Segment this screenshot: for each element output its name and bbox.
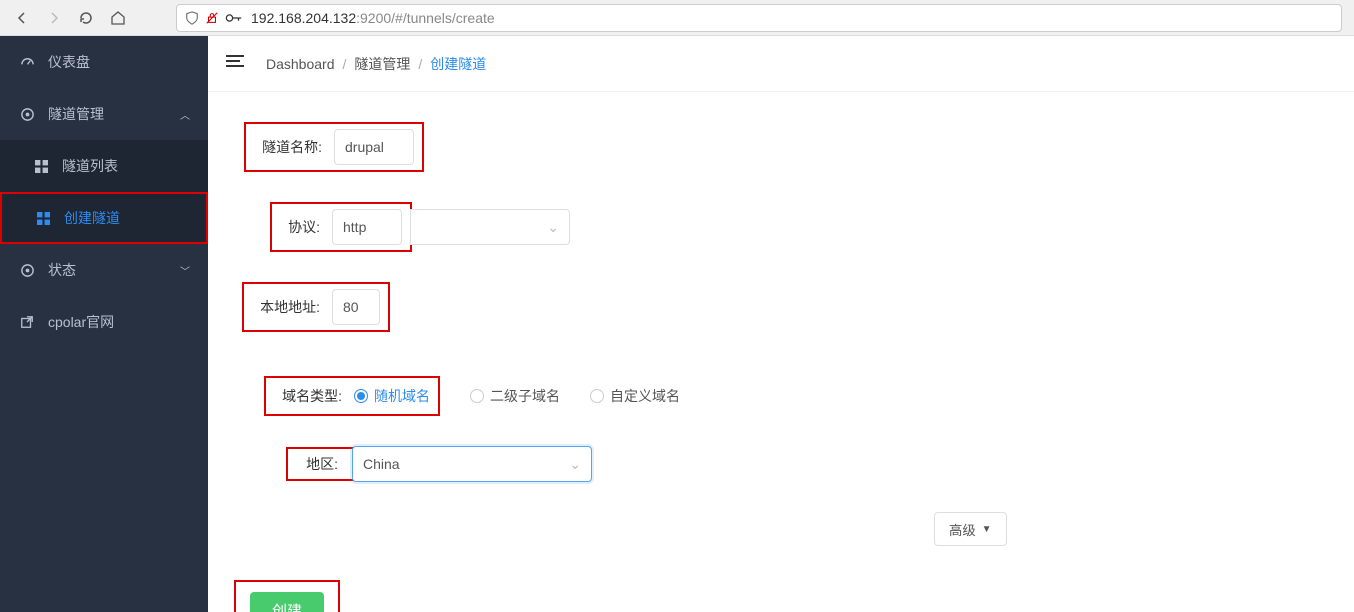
app-container: 仪表盘 隧道管理 ︿ 隧道列表 创建隧道 bbox=[0, 36, 1354, 612]
row-advanced: 高级 ▼ bbox=[234, 512, 1328, 546]
bullseye-icon bbox=[18, 107, 36, 122]
sidebar-item-tunnel-manage[interactable]: 隧道管理 ︿ bbox=[0, 88, 208, 140]
chevron-down-icon: ⌄ bbox=[569, 456, 581, 473]
label-domain-type: 域名类型: bbox=[274, 386, 354, 406]
key-icon bbox=[225, 11, 243, 25]
breadcrumb-item[interactable]: 隧道管理 bbox=[354, 54, 410, 74]
row-submit: 创建 bbox=[234, 580, 1328, 612]
radio-random-domain[interactable]: 随机域名 bbox=[354, 386, 430, 406]
sidebar-item-label: 隧道管理 bbox=[48, 104, 104, 124]
forward-button[interactable] bbox=[44, 8, 64, 28]
breadcrumb-separator: / bbox=[418, 56, 422, 72]
breadcrumb-bar: Dashboard / 隧道管理 / 创建隧道 bbox=[208, 36, 1354, 92]
highlight-domain-type: 域名类型: 随机域名 bbox=[264, 376, 440, 416]
input-tunnel-name[interactable] bbox=[334, 129, 414, 165]
highlight-local-address: 本地地址: bbox=[242, 282, 390, 332]
menu-toggle-icon[interactable] bbox=[226, 53, 244, 74]
sidebar-item-label: 状态 bbox=[48, 260, 76, 280]
highlight-submit: 创建 bbox=[234, 580, 340, 612]
radio-icon bbox=[590, 389, 604, 403]
breadcrumb-separator: / bbox=[343, 56, 347, 72]
url-host: 192.168.204.132 bbox=[251, 10, 356, 26]
radio-subdomain[interactable]: 二级子域名 bbox=[470, 386, 560, 406]
grid-icon bbox=[34, 212, 52, 225]
sidebar: 仪表盘 隧道管理 ︿ 隧道列表 创建隧道 bbox=[0, 36, 208, 612]
breadcrumb-item[interactable]: Dashboard bbox=[266, 56, 335, 72]
breadcrumb-current: 创建隧道 bbox=[430, 54, 486, 74]
radio-label: 随机域名 bbox=[374, 386, 430, 406]
row-local-address: 本地地址: bbox=[242, 282, 1328, 332]
advanced-label: 高级 bbox=[949, 520, 976, 539]
highlight-protocol: 协议: bbox=[270, 202, 412, 252]
url-path: :9200/#/tunnels/create bbox=[356, 10, 495, 26]
label-local-address: 本地地址: bbox=[252, 297, 332, 317]
sidebar-item-status[interactable]: 状态 ﹀ bbox=[0, 244, 208, 296]
radio-icon bbox=[354, 389, 368, 403]
select-protocol[interactable]: ⌄ bbox=[410, 209, 570, 245]
form-area: 隧道名称: 协议: ⌄ 本地地址: bbox=[208, 92, 1354, 612]
input-protocol-display bbox=[332, 209, 402, 245]
sidebar-item-label: 隧道列表 bbox=[62, 156, 118, 176]
address-bar[interactable]: 192.168.204.132:9200/#/tunnels/create bbox=[176, 4, 1342, 32]
radio-group-rest: 二级子域名 自定义域名 bbox=[470, 386, 680, 406]
submit-button[interactable]: 创建 bbox=[250, 592, 324, 612]
url-text: 192.168.204.132:9200/#/tunnels/create bbox=[251, 10, 495, 26]
sidebar-item-label: 仪表盘 bbox=[48, 52, 90, 72]
sidebar-item-dashboard[interactable]: 仪表盘 bbox=[0, 36, 208, 88]
submit-label: 创建 bbox=[272, 603, 302, 612]
content-area: Dashboard / 隧道管理 / 创建隧道 隧道名称: 协议: bbox=[208, 36, 1354, 612]
radio-label: 自定义域名 bbox=[610, 386, 680, 406]
bullseye-icon bbox=[18, 263, 36, 278]
advanced-button[interactable]: 高级 ▼ bbox=[934, 512, 1007, 546]
label-protocol: 协议: bbox=[280, 217, 332, 237]
label-tunnel-name: 隧道名称: bbox=[254, 137, 334, 157]
row-tunnel-name: 隧道名称: bbox=[244, 122, 1328, 172]
row-protocol: 协议: ⌄ bbox=[270, 202, 1328, 252]
dashboard-icon bbox=[18, 55, 36, 70]
sidebar-item-label: 创建隧道 bbox=[64, 208, 120, 228]
chevron-up-icon: ︿ bbox=[180, 107, 190, 122]
sidebar-item-label: cpolar官网 bbox=[48, 312, 114, 332]
back-button[interactable] bbox=[12, 8, 32, 28]
highlight-create-tunnel: 创建隧道 bbox=[0, 192, 208, 244]
security-icons bbox=[185, 11, 243, 25]
breadcrumb: Dashboard / 隧道管理 / 创建隧道 bbox=[266, 54, 486, 74]
browser-toolbar: 192.168.204.132:9200/#/tunnels/create bbox=[0, 0, 1354, 36]
input-local-address[interactable] bbox=[332, 289, 380, 325]
label-region: 地区: bbox=[294, 454, 350, 474]
nav-button-group bbox=[12, 8, 128, 28]
external-link-icon bbox=[18, 315, 36, 329]
chevron-down-icon: ﹀ bbox=[180, 263, 190, 278]
highlight-tunnel-name: 隧道名称: bbox=[244, 122, 424, 172]
chevron-down-icon: ⌄ bbox=[547, 219, 559, 236]
row-region: 地区: China ⌄ bbox=[286, 446, 1328, 482]
radio-label: 二级子域名 bbox=[490, 386, 560, 406]
radio-icon bbox=[470, 389, 484, 403]
home-button[interactable] bbox=[108, 8, 128, 28]
sidebar-item-create-tunnel[interactable]: 创建隧道 bbox=[2, 194, 206, 242]
shield-icon bbox=[185, 11, 199, 25]
triangle-down-icon: ▼ bbox=[982, 524, 992, 535]
radio-custom-domain[interactable]: 自定义域名 bbox=[590, 386, 680, 406]
sidebar-item-tunnel-list[interactable]: 隧道列表 bbox=[0, 140, 208, 192]
select-region-value: China bbox=[363, 456, 400, 472]
grid-icon bbox=[32, 160, 50, 173]
sidebar-item-cpolar-site[interactable]: cpolar官网 bbox=[0, 296, 208, 348]
select-region[interactable]: China ⌄ bbox=[352, 446, 592, 482]
refresh-button[interactable] bbox=[76, 8, 96, 28]
lock-slash-icon bbox=[205, 11, 219, 25]
row-domain-type: 域名类型: 随机域名 二级子域名 自定义域名 bbox=[264, 376, 1328, 416]
